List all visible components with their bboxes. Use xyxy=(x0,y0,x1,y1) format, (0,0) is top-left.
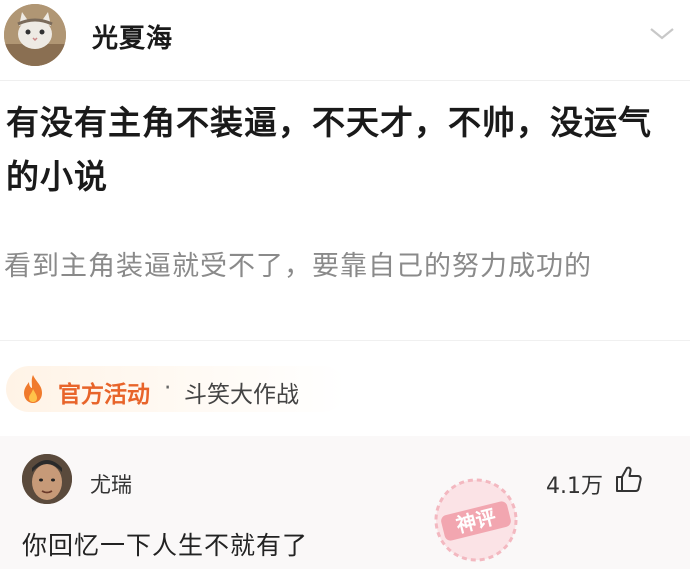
like-count: 4.1万 xyxy=(546,474,603,499)
post-description: 看到主角装逼就受不了，要靠自己的努力成功的 xyxy=(4,251,592,282)
god-comment-badge: 神评 xyxy=(434,478,518,562)
author-name[interactable]: 光夏海 xyxy=(92,18,173,55)
post-header: 光夏海 xyxy=(0,0,690,81)
thumbs-up-icon[interactable] xyxy=(614,464,644,494)
author-avatar[interactable] xyxy=(4,4,66,66)
post-title: 有没有主角不装逼，不天才，不帅，没运气的小说 xyxy=(6,103,652,196)
chevron-down-icon[interactable] xyxy=(648,22,676,44)
activity-label: 官方活动 xyxy=(58,382,150,408)
divider xyxy=(0,340,690,341)
activity-separator: · xyxy=(164,375,172,401)
commenter-avatar[interactable] xyxy=(22,454,72,504)
top-comment[interactable]: 尤瑞 神评 4.1万 你回忆一下人生不就有了 xyxy=(0,436,690,569)
commenter-name[interactable]: 尤瑞 xyxy=(90,469,132,499)
comment-text: 你回忆一下人生不就有了 xyxy=(22,531,309,560)
activity-name: 斗笑大作战 xyxy=(184,382,299,408)
flame-icon xyxy=(24,375,42,403)
activity-tag[interactable]: 官方活动 · 斗笑大作战 xyxy=(6,366,346,412)
